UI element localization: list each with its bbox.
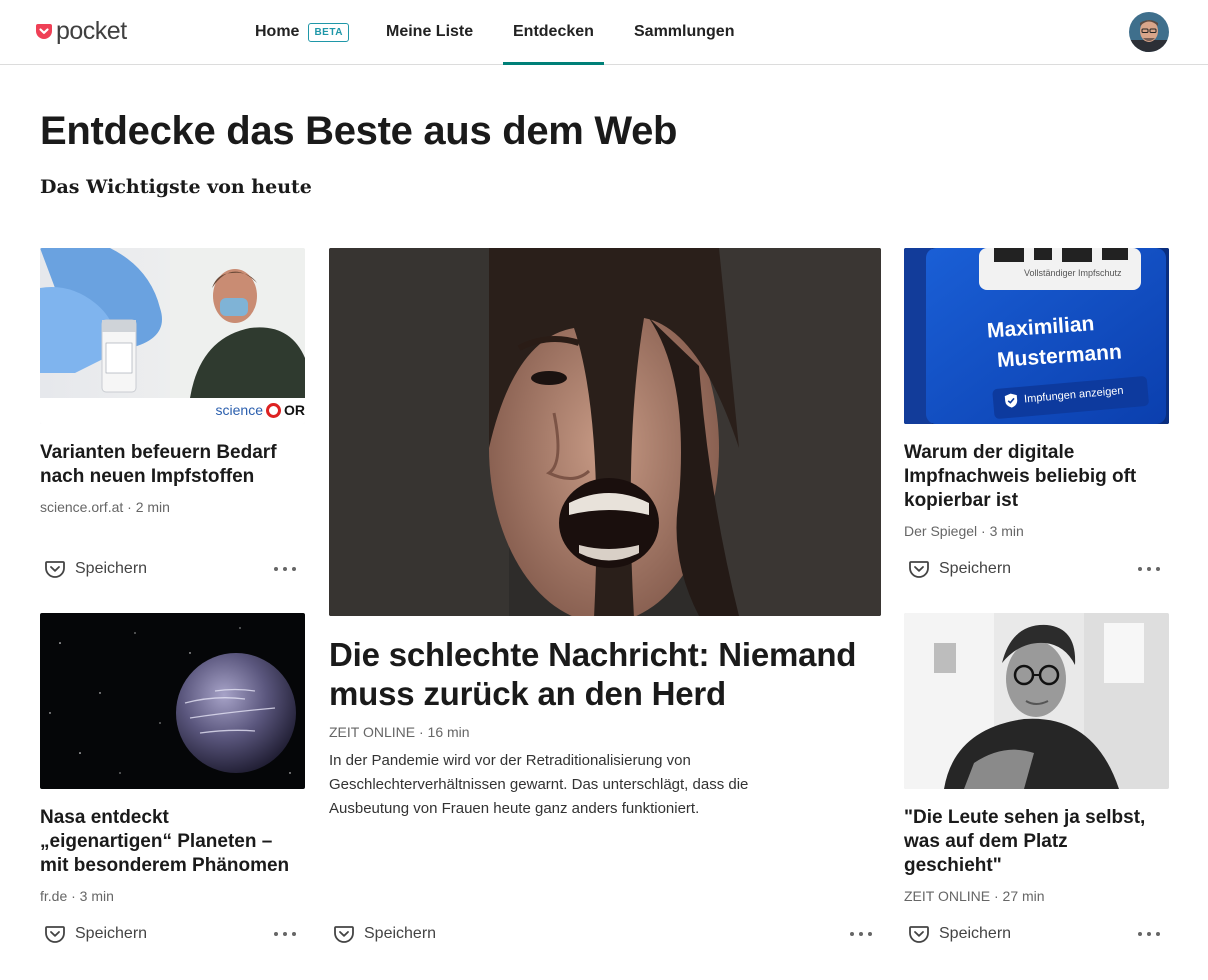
dot-icon	[283, 567, 287, 571]
save-button[interactable]: Speichern	[44, 557, 147, 581]
nav-discover-label: Entdecken	[513, 23, 594, 40]
more-options-button[interactable]	[1135, 557, 1163, 581]
pocket-save-icon	[909, 561, 929, 578]
vaccine-photo	[40, 248, 305, 424]
pocket-wordmark: pocket	[56, 17, 127, 45]
pocket-logo-icon	[36, 23, 52, 39]
dot-icon	[859, 932, 863, 936]
nav-collections-label: Sammlungen	[634, 23, 735, 40]
watermark-orf: OR	[284, 402, 305, 418]
save-button[interactable]: Speichern	[333, 922, 436, 946]
article-title[interactable]: Nasa entdeckt „eigenartigen“ Planeten – …	[40, 806, 305, 878]
nav-home[interactable]: Home BETA	[255, 0, 349, 64]
nav-collections[interactable]: Sammlungen	[634, 0, 734, 64]
dot-icon	[1138, 567, 1142, 571]
certificate-name: Maximilian Mustermann	[986, 307, 1123, 376]
nav-my-list-label: Meine Liste	[386, 23, 474, 40]
article-card: Nasa entdeckt „eigenartigen“ Planeten – …	[40, 613, 305, 953]
top-navigation-bar: pocket Home BETA Meine Liste Entdecken S…	[0, 0, 1208, 65]
dot-icon	[868, 932, 872, 936]
image-watermark: science OR	[216, 402, 305, 418]
nav-discover[interactable]: Entdecken	[503, 0, 604, 65]
article-thumbnail[interactable]	[40, 613, 305, 789]
screaming-woman-photo	[329, 248, 881, 616]
dot-icon	[283, 932, 287, 936]
save-label: Speichern	[364, 925, 437, 942]
article-title[interactable]: Warum der digitale Impfnachweis beliebig…	[904, 441, 1169, 513]
article-title[interactable]: "Die Leute sehen ja selbst, was auf dem …	[904, 806, 1169, 878]
article-title[interactable]: Die schlechte Nachricht: Niemand muss zu…	[329, 635, 881, 713]
article-meta: Der Spiegel · 3 min	[904, 523, 1024, 539]
dot-icon	[1147, 932, 1151, 936]
article-thumbnail[interactable]	[904, 613, 1169, 789]
dot-icon	[292, 567, 296, 571]
save-button[interactable]: Speichern	[908, 557, 1011, 581]
orf-logo-icon	[266, 402, 281, 418]
user-avatar[interactable]	[1129, 12, 1169, 52]
save-button[interactable]: Speichern	[908, 922, 1011, 946]
nav-home-label: Home	[255, 23, 300, 40]
article-meta: fr.de · 3 min	[40, 888, 114, 904]
article-excerpt: In der Pandemie wird vor der Retradition…	[329, 752, 749, 817]
dot-icon	[292, 932, 296, 936]
more-options-button[interactable]	[271, 557, 299, 581]
pocket-save-icon	[909, 926, 929, 943]
dot-icon	[274, 567, 278, 571]
avatar-image	[1129, 12, 1169, 52]
pocket-logo[interactable]: pocket	[36, 18, 127, 44]
man-portrait-photo	[904, 613, 1169, 789]
dot-icon	[1156, 567, 1160, 571]
save-label: Speichern	[75, 560, 148, 577]
article-meta: ZEIT ONLINE · 27 min	[904, 888, 1045, 904]
dot-icon	[1147, 567, 1151, 571]
nav-my-list[interactable]: Meine Liste	[386, 0, 473, 64]
more-options-button[interactable]	[1135, 922, 1163, 946]
section-title: Das Wichtigste von heute	[40, 176, 312, 198]
shield-check-icon	[1004, 393, 1018, 408]
dot-icon	[1138, 932, 1142, 936]
planet-photo	[40, 613, 305, 789]
dot-icon	[1156, 932, 1160, 936]
article-card: Vollständiger Impfschutz Maximilian Must…	[904, 248, 1169, 588]
pocket-save-icon	[45, 561, 65, 578]
more-options-button[interactable]	[271, 922, 299, 946]
pocket-save-icon	[334, 926, 354, 943]
pocket-save-icon	[45, 926, 65, 943]
page-title: Entdecke das Beste aus dem Web	[40, 109, 678, 153]
article-card: "Die Leute sehen ja selbst, was auf dem …	[904, 613, 1169, 953]
save-label: Speichern	[939, 560, 1012, 577]
save-label: Speichern	[939, 925, 1012, 942]
dot-icon	[850, 932, 854, 936]
article-thumbnail[interactable]: Vollständiger Impfschutz Maximilian Must…	[904, 248, 1169, 424]
save-button[interactable]: Speichern	[44, 922, 147, 946]
featured-article-card: Die schlechte Nachricht: Niemand muss zu…	[329, 248, 881, 953]
article-thumbnail[interactable]: science OR	[40, 248, 305, 424]
beta-badge: BETA	[308, 22, 349, 42]
article-meta: science.orf.at · 2 min	[40, 499, 170, 515]
article-meta: ZEIT ONLINE · 16 min	[329, 724, 470, 740]
save-label: Speichern	[75, 925, 148, 942]
watermark-science: science	[215, 402, 263, 418]
article-card: science OR Varianten befeuern Bedarf nac…	[40, 248, 305, 588]
certificate-top-text: Vollständiger Impfschutz	[1024, 268, 1122, 278]
article-thumbnail[interactable]	[329, 248, 881, 616]
article-title[interactable]: Varianten befeuern Bedarf nach neuen Imp…	[40, 441, 305, 489]
dot-icon	[274, 932, 278, 936]
more-options-button[interactable]	[847, 922, 875, 946]
